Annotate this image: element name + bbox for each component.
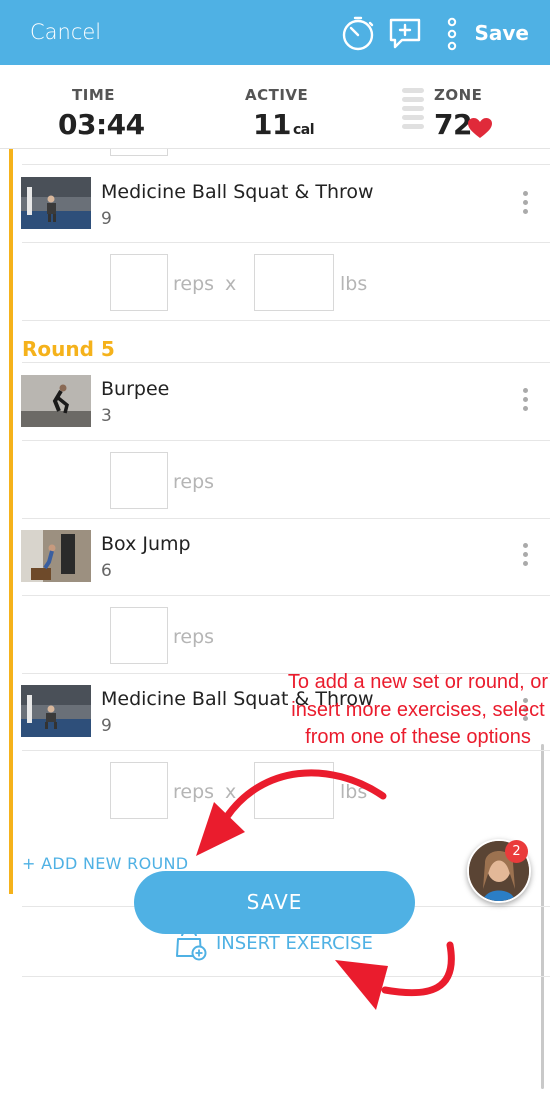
notification-badge: 2: [505, 840, 528, 863]
annotation-note: To add a new set or round, or insert mor…: [287, 671, 549, 748]
save-button[interactable]: SAVE: [134, 871, 415, 934]
